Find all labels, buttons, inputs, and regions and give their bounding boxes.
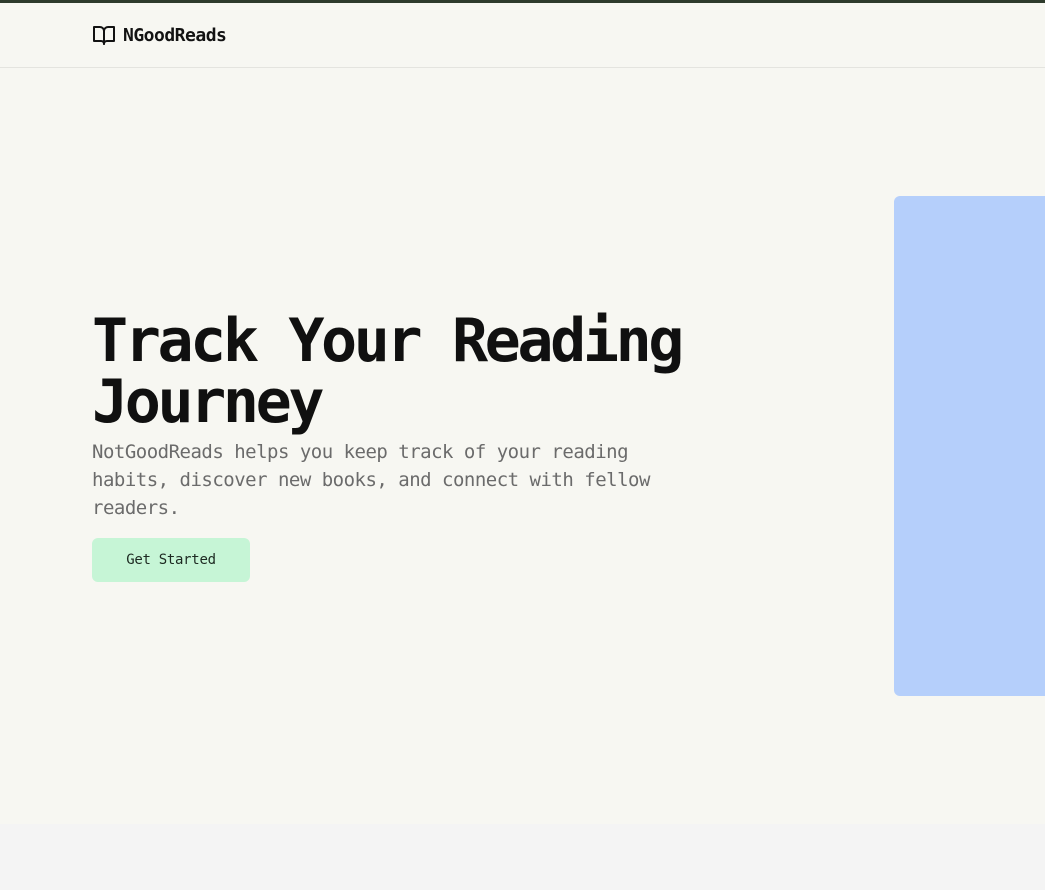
hero-description: NotGoodReads helps you keep track of you… [92,441,650,519]
brand-name: NGoodReads [123,24,227,46]
brand-logo-link[interactable]: NGoodReads [92,23,227,47]
hero-section: Track Your Reading Journey NotGoodReads … [0,68,1045,824]
get-started-button[interactable]: Get Started [92,538,250,582]
page-footer-area [0,824,1045,890]
hero-image-panel [894,196,1045,696]
hero-title-line-1: Track Your Reading [92,306,684,376]
hero-title-line-2: Journey [92,367,324,437]
navbar: NGoodReads [0,3,1045,68]
hero-title: Track Your Reading Journey [92,311,812,433]
book-open-icon [92,23,116,47]
